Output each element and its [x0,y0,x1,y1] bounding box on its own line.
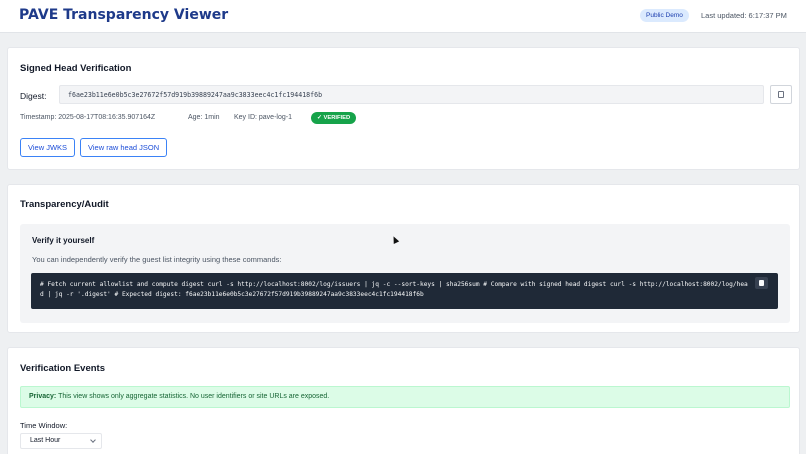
privacy-notice: Privacy: This view shows only aggregate … [20,386,790,408]
age-text: Age: 1min [188,114,220,121]
time-window-label: Time Window: [20,421,68,430]
public-demo-badge: Public Demo [640,9,689,22]
verification-events-title: Verification Events [20,363,106,374]
signed-head-title: Signed Head Verification [20,63,132,74]
view-raw-head-json-button[interactable]: View raw head JSON [80,138,168,157]
privacy-label: Privacy: [29,393,57,400]
verify-title: Verify it yourself [32,236,95,245]
copy-icon [778,91,784,98]
privacy-text: This view shows only aggregate statistic… [58,393,330,400]
verify-panel: Verify it yourself You can independently… [20,224,790,323]
copy-digest-button[interactable] [770,85,792,104]
verify-code-block[interactable]: # Fetch current allowlist and compute di… [31,273,778,309]
last-updated-text: Last updated: 6:17:37 PM [701,11,787,20]
copy-icon [759,280,764,286]
app-header: PAVE Transparency Viewer Public Demo Las… [0,0,806,33]
view-jwks-button[interactable]: View JWKS [20,138,76,157]
digest-label: Digest: [20,91,47,101]
key-id-text: Key ID: pave-log-1 [234,114,292,121]
verified-badge: ✓ VERIFIED [311,112,357,124]
timestamp-text: Timestamp: 2025-08-17T08:16:35.907164Z [20,114,156,121]
transparency-audit-card: Transparency/Audit Verify it yourself Yo… [7,184,800,333]
app-title: PAVE Transparency Viewer [19,7,229,23]
verify-description: You can independently verify the guest l… [32,255,282,264]
signed-head-card: Signed Head Verification Digest: f6ae23b… [7,47,800,170]
time-window-select[interactable]: Last Hour [20,433,102,449]
digest-field[interactable]: f6ae23b11e6e0b5c3e27672f57d919b39889247a… [59,85,764,104]
verification-events-card: Verification Events Privacy: This view s… [7,347,800,454]
transparency-title: Transparency/Audit [20,199,109,210]
chevron-down-icon [90,437,96,443]
time-window-value: Last Hour [30,437,61,444]
copy-code-button[interactable] [755,277,768,289]
